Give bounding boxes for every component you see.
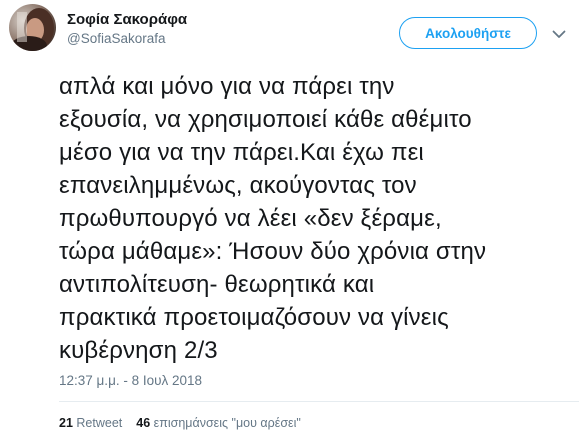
follow-button[interactable]: Ακολουθήστε — [399, 17, 537, 49]
divider — [59, 401, 579, 402]
tweet-text: απλά και μόνο για να πάρει την εξουσία, … — [59, 70, 579, 367]
tweet-line: επανειλημμένως, ακούγοντας τον — [59, 172, 417, 199]
tweet-menu-button[interactable] — [546, 22, 572, 46]
tweet-line: απλά και μόνο για να πάρει την — [59, 73, 395, 100]
tweet-line: αντιπολίτευση- θεωρητικά και — [59, 271, 375, 298]
tweet-card: Σοφία Σακοράφα @SofiaSakorafa Ακολουθήστ… — [0, 0, 585, 444]
screen-name[interactable]: @SofiaSakorafa — [67, 30, 187, 48]
tweet-header: Σοφία Σακοράφα @SofiaSakorafa Ακολουθήστ… — [9, 4, 579, 58]
likes-count: 46 — [136, 416, 151, 430]
tweet-line: κυβέρνηση 2/3 — [59, 337, 218, 364]
chevron-down-icon — [552, 30, 566, 38]
tweet-line: μέσο για να την πάρει.Και έχω πει — [59, 139, 424, 166]
retweet-stat[interactable]: 21 Retweet — [59, 416, 122, 430]
tweet-stats: 21 Retweet 46 επισημάνσεις "μου αρέσει" — [59, 416, 301, 430]
tweet-line: εξουσία, να χρησιμοποιεί κάθε αθέμιτο — [59, 106, 472, 133]
display-name[interactable]: Σοφία Σακοράφα — [67, 11, 187, 29]
likes-stat[interactable]: 46 επισημάνσεις "μου αρέσει" — [136, 416, 301, 430]
tweet-line: πρακτικά προετοιμαζόσουν να γίνεις — [59, 304, 449, 331]
retweet-count: 21 — [59, 416, 73, 430]
tweet-line: τώρα μάθαμε»: Ήσουν δύο χρόνια στην — [59, 238, 487, 265]
avatar[interactable] — [9, 4, 56, 51]
tweet-line: πρωθυπουργό να λέει «δεν ξέραμε, — [59, 205, 442, 232]
retweet-label: Retweet — [76, 416, 123, 430]
likes-label: επισημάνσεις "μου αρέσει" — [153, 416, 301, 430]
tweet-timestamp[interactable]: 12:37 μ.μ. - 8 Ιουλ 2018 — [59, 373, 202, 388]
profile-photo-icon — [9, 4, 56, 51]
author-names[interactable]: Σοφία Σακοράφα @SofiaSakorafa — [67, 11, 187, 48]
